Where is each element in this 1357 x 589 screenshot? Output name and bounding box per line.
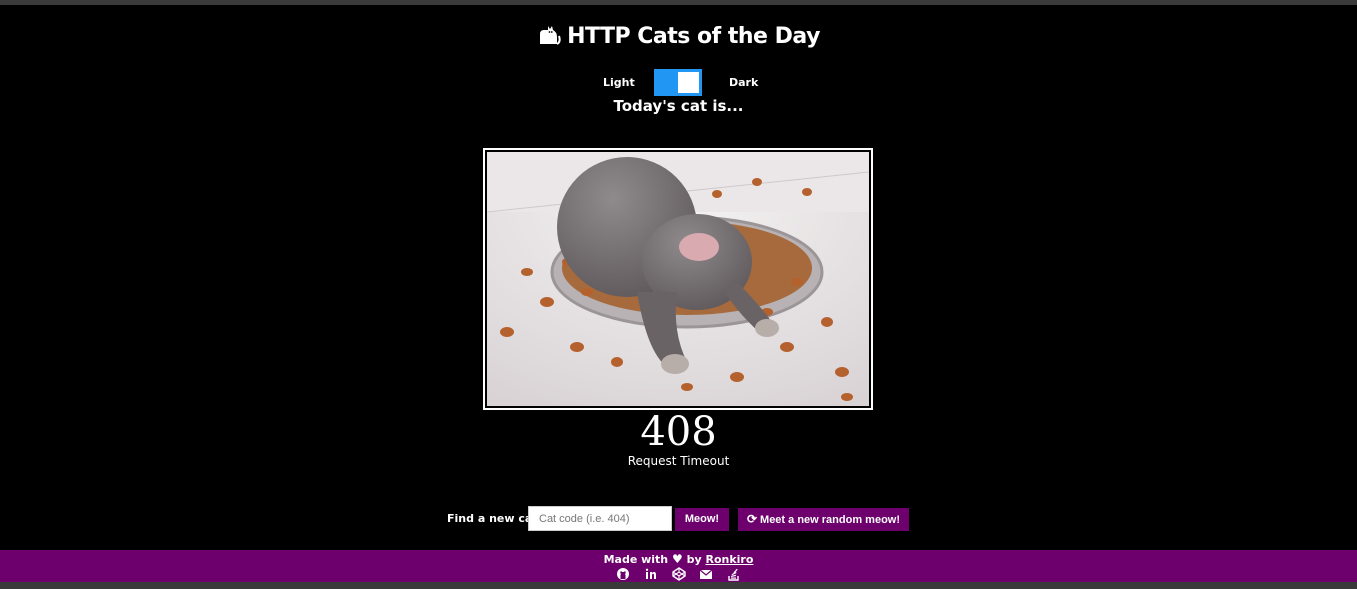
github-icon[interactable] — [615, 567, 631, 581]
find-cat-form: Find a new cat: Meow! ⟳Meet a new random… — [0, 506, 1357, 532]
footer-made-with: Made with — [603, 553, 669, 566]
cat-code-input[interactable] — [528, 506, 672, 531]
kitten-photo-illustration — [487, 152, 869, 406]
page-title-text: HTTP Cats of the Day — [567, 24, 820, 49]
heart-icon: ♥ — [671, 552, 683, 566]
theme-dark-label: Dark — [729, 76, 759, 89]
refresh-icon: ⟳ — [746, 512, 758, 526]
cat-photo — [483, 148, 873, 410]
author-link[interactable]: Ronkiro — [705, 553, 753, 566]
page-title: HTTP Cats of the Day — [0, 22, 1357, 52]
subtitle: Today's cat is... — [613, 97, 744, 115]
status-code: 408 — [640, 409, 717, 455]
cat-icon — [537, 22, 561, 52]
footer-credits: Made with ♥ by Ronkiro — [0, 552, 1357, 566]
theme-toggle-knob — [678, 72, 699, 93]
footer: Made with ♥ by Ronkiro — [0, 550, 1357, 582]
theme-toggle[interactable] — [654, 69, 702, 96]
random-cat-button[interactable]: ⟳ Meet a new random meow! — [738, 508, 909, 531]
stackoverflow-icon[interactable] — [726, 567, 742, 581]
codepen-icon[interactable] — [671, 566, 687, 581]
theme-light-label: Light — [603, 76, 635, 89]
footer-by: by — [686, 553, 702, 566]
random-cat-button-label: Meet a new random meow! — [760, 514, 901, 526]
window-top-bar — [0, 0, 1357, 5]
email-icon[interactable] — [698, 567, 714, 581]
social-links — [0, 566, 1357, 581]
window-bottom-bar — [0, 582, 1357, 589]
status-text: Request Timeout — [627, 454, 730, 468]
linkedin-icon[interactable] — [643, 567, 659, 581]
meow-button[interactable]: Meow! — [675, 508, 729, 531]
theme-switcher: Light Dark — [0, 69, 1357, 97]
